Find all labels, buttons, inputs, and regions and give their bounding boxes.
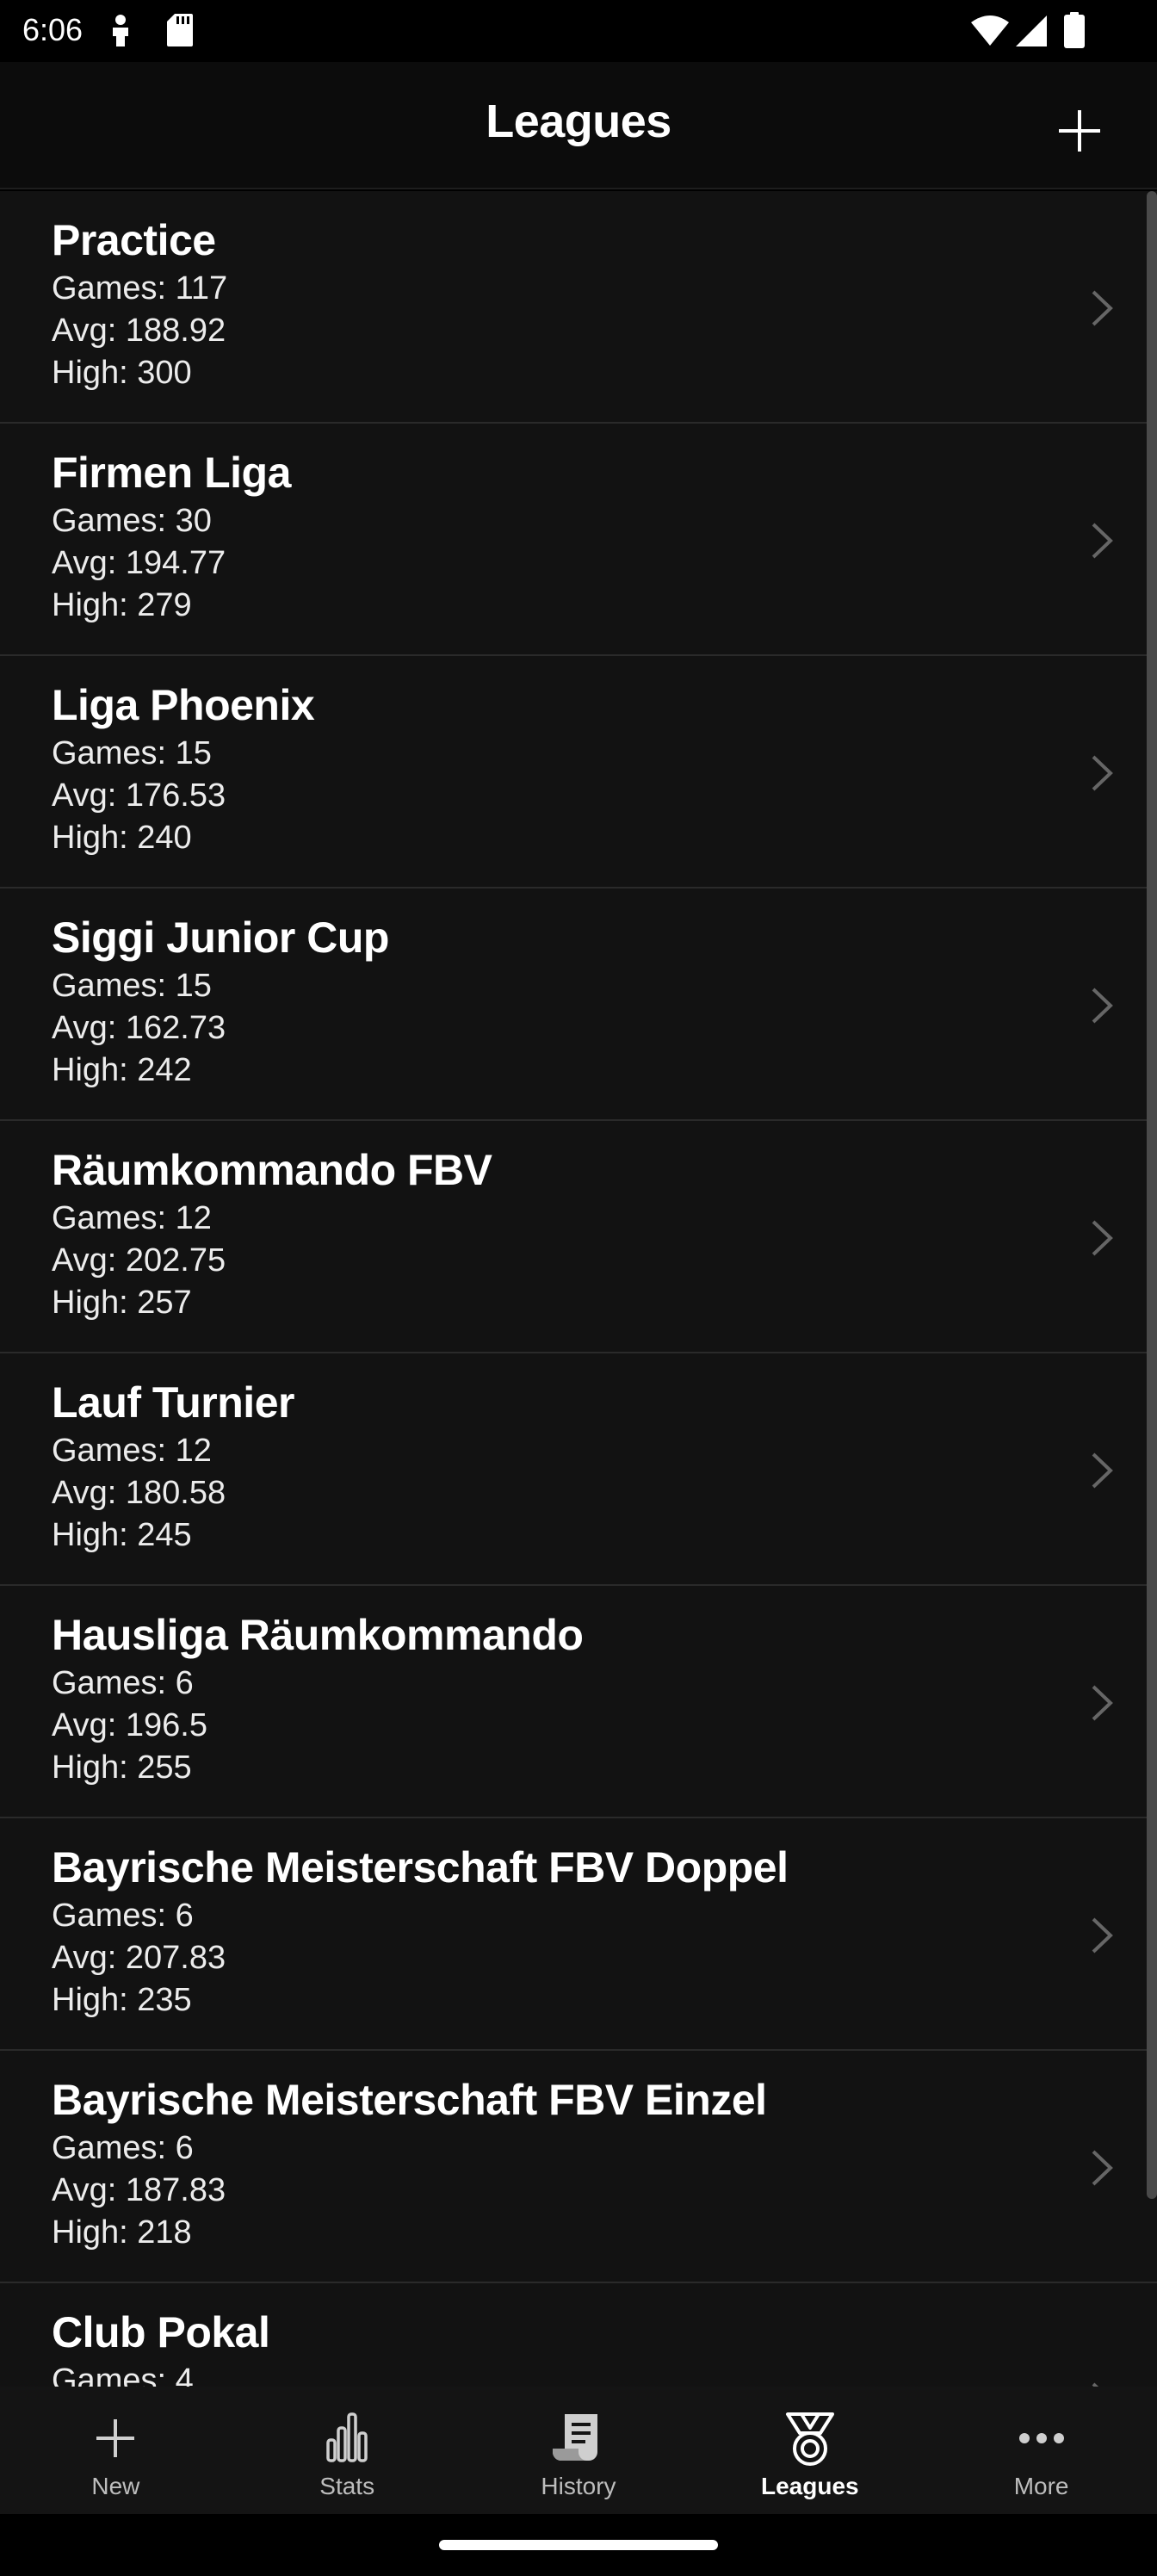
league-games: Games: 12 — [52, 1433, 212, 1469]
chevron-right-icon — [1092, 2382, 1099, 2387]
plus-icon — [1059, 110, 1100, 152]
nav-stats[interactable]: Stats — [232, 2387, 463, 2514]
chevron-right-icon — [1092, 755, 1113, 791]
league-high: High: 300 — [52, 355, 192, 391]
sd-card-icon — [167, 14, 193, 46]
league-name: Lauf Turnier — [52, 1378, 294, 1427]
league-games: Games: 6 — [52, 1898, 194, 1934]
chevron-right-icon — [1092, 2150, 1113, 2186]
status-time: 6:06 — [22, 12, 84, 47]
league-average: Avg: 180.58 — [52, 1475, 226, 1511]
league-name: Bayrische Meisterschaft FBV Doppel — [52, 1843, 789, 1892]
league-average: Avg: 176.53 — [52, 777, 226, 814]
league-average: Avg: 194.77 — [52, 545, 226, 581]
league-high: High: 279 — [52, 587, 192, 623]
league-row[interactable]: Hausliga Räumkommando Games: 6 Avg: 196.… — [0, 1586, 1157, 1818]
league-games: Games: 15 — [52, 735, 212, 771]
league-name: Bayrische Meisterschaft FBV Einzel — [52, 2076, 767, 2124]
gesture-nav-area — [0, 2514, 1157, 2576]
league-high: High: 245 — [52, 1517, 192, 1553]
league-high: High: 218 — [52, 2214, 192, 2251]
more-dots-icon — [1018, 2433, 1064, 2443]
league-average: Avg: 188.92 — [52, 313, 226, 349]
person-notification-icon — [113, 15, 128, 46]
league-high: High: 240 — [52, 820, 192, 856]
medal-icon — [785, 2412, 834, 2466]
nav-label-more: More — [1013, 2473, 1069, 2499]
nav-label-new: New — [91, 2473, 140, 2499]
league-games: Games: 4 — [52, 2362, 194, 2387]
league-name: Firmen Liga — [52, 449, 291, 497]
chevron-right-icon — [1092, 1685, 1113, 1721]
page-title: Leagues — [486, 96, 671, 147]
chevron-right-icon — [1092, 523, 1113, 559]
league-games: Games: 117 — [52, 270, 228, 307]
league-row[interactable]: Lauf Turnier Games: 12 Avg: 180.58 High:… — [0, 1353, 1157, 1586]
chevron-right-icon — [1092, 1220, 1113, 1256]
league-games: Games: 15 — [52, 968, 212, 1004]
nav-label-leagues: Leagues — [760, 2473, 859, 2499]
plus-icon — [96, 2419, 135, 2457]
league-name: Hausliga Räumkommando — [52, 1611, 584, 1659]
league-high: High: 242 — [52, 1052, 192, 1088]
wifi-icon — [971, 15, 1009, 46]
league-name: Räumkommando FBV — [52, 1146, 492, 1194]
chevron-right-icon — [1092, 988, 1113, 1024]
league-high: High: 255 — [52, 1749, 192, 1786]
nav-more[interactable]: More — [925, 2387, 1157, 2514]
nav-leagues[interactable]: Leagues — [694, 2387, 925, 2514]
bar-chart-icon — [326, 2412, 368, 2462]
league-row[interactable]: Firmen Liga Games: 30 Avg: 194.77 High: … — [0, 424, 1157, 656]
league-average: Avg: 196.5 — [52, 1707, 208, 1743]
league-games: Games: 6 — [52, 2130, 194, 2166]
league-name: Liga Phoenix — [52, 681, 315, 729]
league-row[interactable]: Räumkommando FBV Games: 12 Avg: 202.75 H… — [0, 1121, 1157, 1353]
league-list[interactable]: Practice Games: 117 Avg: 188.92 High: 30… — [0, 191, 1157, 2387]
league-games: Games: 12 — [52, 1200, 212, 1236]
nav-label-history: History — [541, 2473, 616, 2499]
add-league-button[interactable] — [1050, 102, 1109, 160]
league-high: High: 235 — [52, 1982, 192, 2018]
nav-label-stats: Stats — [319, 2473, 375, 2499]
league-row[interactable]: Liga Phoenix Games: 15 Avg: 176.53 High:… — [0, 656, 1157, 889]
league-row[interactable]: Bayrische Meisterschaft FBV Doppel Games… — [0, 1818, 1157, 2051]
league-games: Games: 30 — [52, 503, 212, 539]
bottom-nav: New Stats History Leagues More — [0, 2387, 1157, 2514]
app-header: Leagues — [0, 62, 1157, 189]
nav-history[interactable]: History — [463, 2387, 695, 2514]
home-gesture-bar[interactable] — [439, 2540, 718, 2550]
battery-icon — [1064, 12, 1085, 48]
league-average: Avg: 202.75 — [52, 1242, 226, 1279]
league-name: Club Pokal — [52, 2308, 270, 2356]
status-bar: 6:06 — [0, 0, 1157, 62]
league-row[interactable]: Practice Games: 117 Avg: 188.92 High: 30… — [0, 191, 1157, 424]
league-games: Games: 6 — [52, 1665, 194, 1701]
chevron-right-icon — [1092, 1917, 1113, 1954]
league-row[interactable]: Siggi Junior Cup Games: 15 Avg: 162.73 H… — [0, 889, 1157, 1121]
league-name: Practice — [52, 216, 216, 264]
list-scrollbar[interactable] — [1147, 191, 1157, 2199]
league-row[interactable]: Bayrische Meisterschaft FBV Einzel Games… — [0, 2051, 1157, 2283]
league-name: Siggi Junior Cup — [52, 913, 389, 962]
chevron-right-icon — [1092, 290, 1113, 326]
cell-signal-icon — [1016, 15, 1047, 46]
league-average: Avg: 162.73 — [52, 1010, 226, 1046]
chevron-right-icon — [1092, 1452, 1113, 1489]
league-average: Avg: 187.83 — [52, 2172, 226, 2208]
league-row[interactable]: Club Pokal Games: 4 — [0, 2283, 1157, 2387]
scroll-icon — [552, 2414, 597, 2461]
league-high: High: 257 — [52, 1285, 192, 1321]
league-average: Avg: 207.83 — [52, 1940, 226, 1976]
nav-new[interactable]: New — [0, 2387, 232, 2514]
